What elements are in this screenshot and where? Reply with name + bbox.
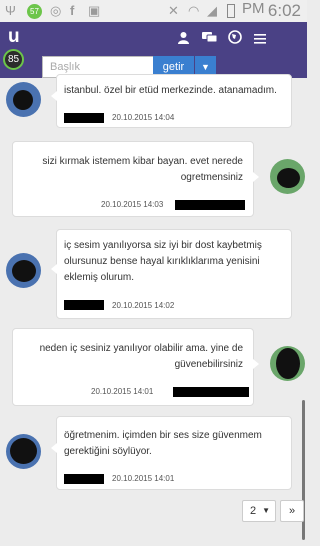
message-text: sizi kırmak istemem kibar bayan. evet ne…	[42, 156, 243, 167]
signal-icon: ◢	[207, 3, 217, 18]
notification-badge: 57	[27, 4, 42, 19]
message-text: neden iç sesiniz yanılıyor olabilir ama.…	[39, 343, 243, 354]
message-bubble: istanbul. özel bir etüd merkezinde. atan…	[51, 74, 292, 128]
sync-icon: ◎	[50, 3, 62, 18]
message-text: istanbul. özel bir etüd merkezinde. atan…	[64, 85, 277, 96]
menu-icon[interactable]	[254, 30, 266, 48]
facebook-icon: f	[70, 3, 75, 18]
message-time: 20.10.2015 14:03	[101, 200, 164, 209]
mute-icon: ✕	[168, 3, 179, 18]
message-bubble: sizi kırmak istemem kibar bayan. evet ne…	[12, 141, 259, 217]
message-time: 20.10.2015 14:01	[112, 474, 175, 483]
avatar[interactable]	[6, 434, 41, 469]
username-redacted	[173, 387, 249, 397]
user-icon[interactable]	[177, 30, 190, 48]
page-select[interactable]: 2 ▼	[242, 500, 276, 522]
score-badge: 85	[3, 49, 24, 70]
am-pm-label: PM	[242, 0, 265, 17]
message-text: eklemiş olurum.	[64, 272, 135, 283]
message-text: güvenebilirsiniz	[174, 359, 243, 370]
username-redacted	[64, 300, 104, 310]
avatar[interactable]	[270, 159, 305, 194]
image-icon: ▣	[88, 3, 101, 18]
page-select-value: 2	[250, 505, 257, 517]
wifi-icon: ◠	[188, 3, 200, 18]
navbar: u 85 Başlık getir ▼	[0, 22, 307, 78]
message-time: 20.10.2015 14:01	[91, 387, 154, 396]
avatar[interactable]	[270, 346, 305, 381]
status-bar: Ψ 57 ◎ f ▣ ✕ ◠ ◢ PM 6:02	[0, 0, 307, 22]
avatar[interactable]	[6, 82, 41, 117]
message-time: 20.10.2015 14:02	[112, 301, 175, 310]
globe-icon[interactable]	[228, 30, 242, 48]
avatar[interactable]	[6, 253, 41, 288]
next-page-button[interactable]: »	[280, 500, 304, 522]
usb-icon: Ψ	[5, 3, 16, 18]
messages-icon[interactable]	[202, 30, 218, 48]
message-text: olursunuz bense hayal kırıklıklarıma yen…	[64, 256, 260, 267]
message-text: ogretmensiniz	[180, 172, 243, 183]
message-bubble: neden iç sesiniz yanılıyor olabilir ama.…	[12, 328, 259, 406]
message-bubble: iç sesim yanılıyorsa siz iyi bir dost ka…	[51, 229, 292, 319]
message-text: öğretmenim. içimden bir ses size güvenme…	[64, 430, 262, 441]
chevron-down-icon: ▼	[262, 506, 270, 515]
message-bubble: öğretmenim. içimden bir ses size güvenme…	[51, 416, 292, 490]
message-time: 20.10.2015 14:04	[112, 113, 175, 122]
clock: 6:02	[267, 1, 301, 20]
message-text: gerektiğini söylüyor.	[64, 446, 152, 457]
username-redacted	[64, 474, 104, 484]
username-redacted	[64, 113, 104, 123]
message-text: iç sesim yanılıyorsa siz iyi bir dost ka…	[64, 240, 262, 251]
username-redacted	[175, 200, 245, 210]
site-logo[interactable]: u	[8, 26, 20, 48]
battery-icon	[227, 4, 235, 18]
